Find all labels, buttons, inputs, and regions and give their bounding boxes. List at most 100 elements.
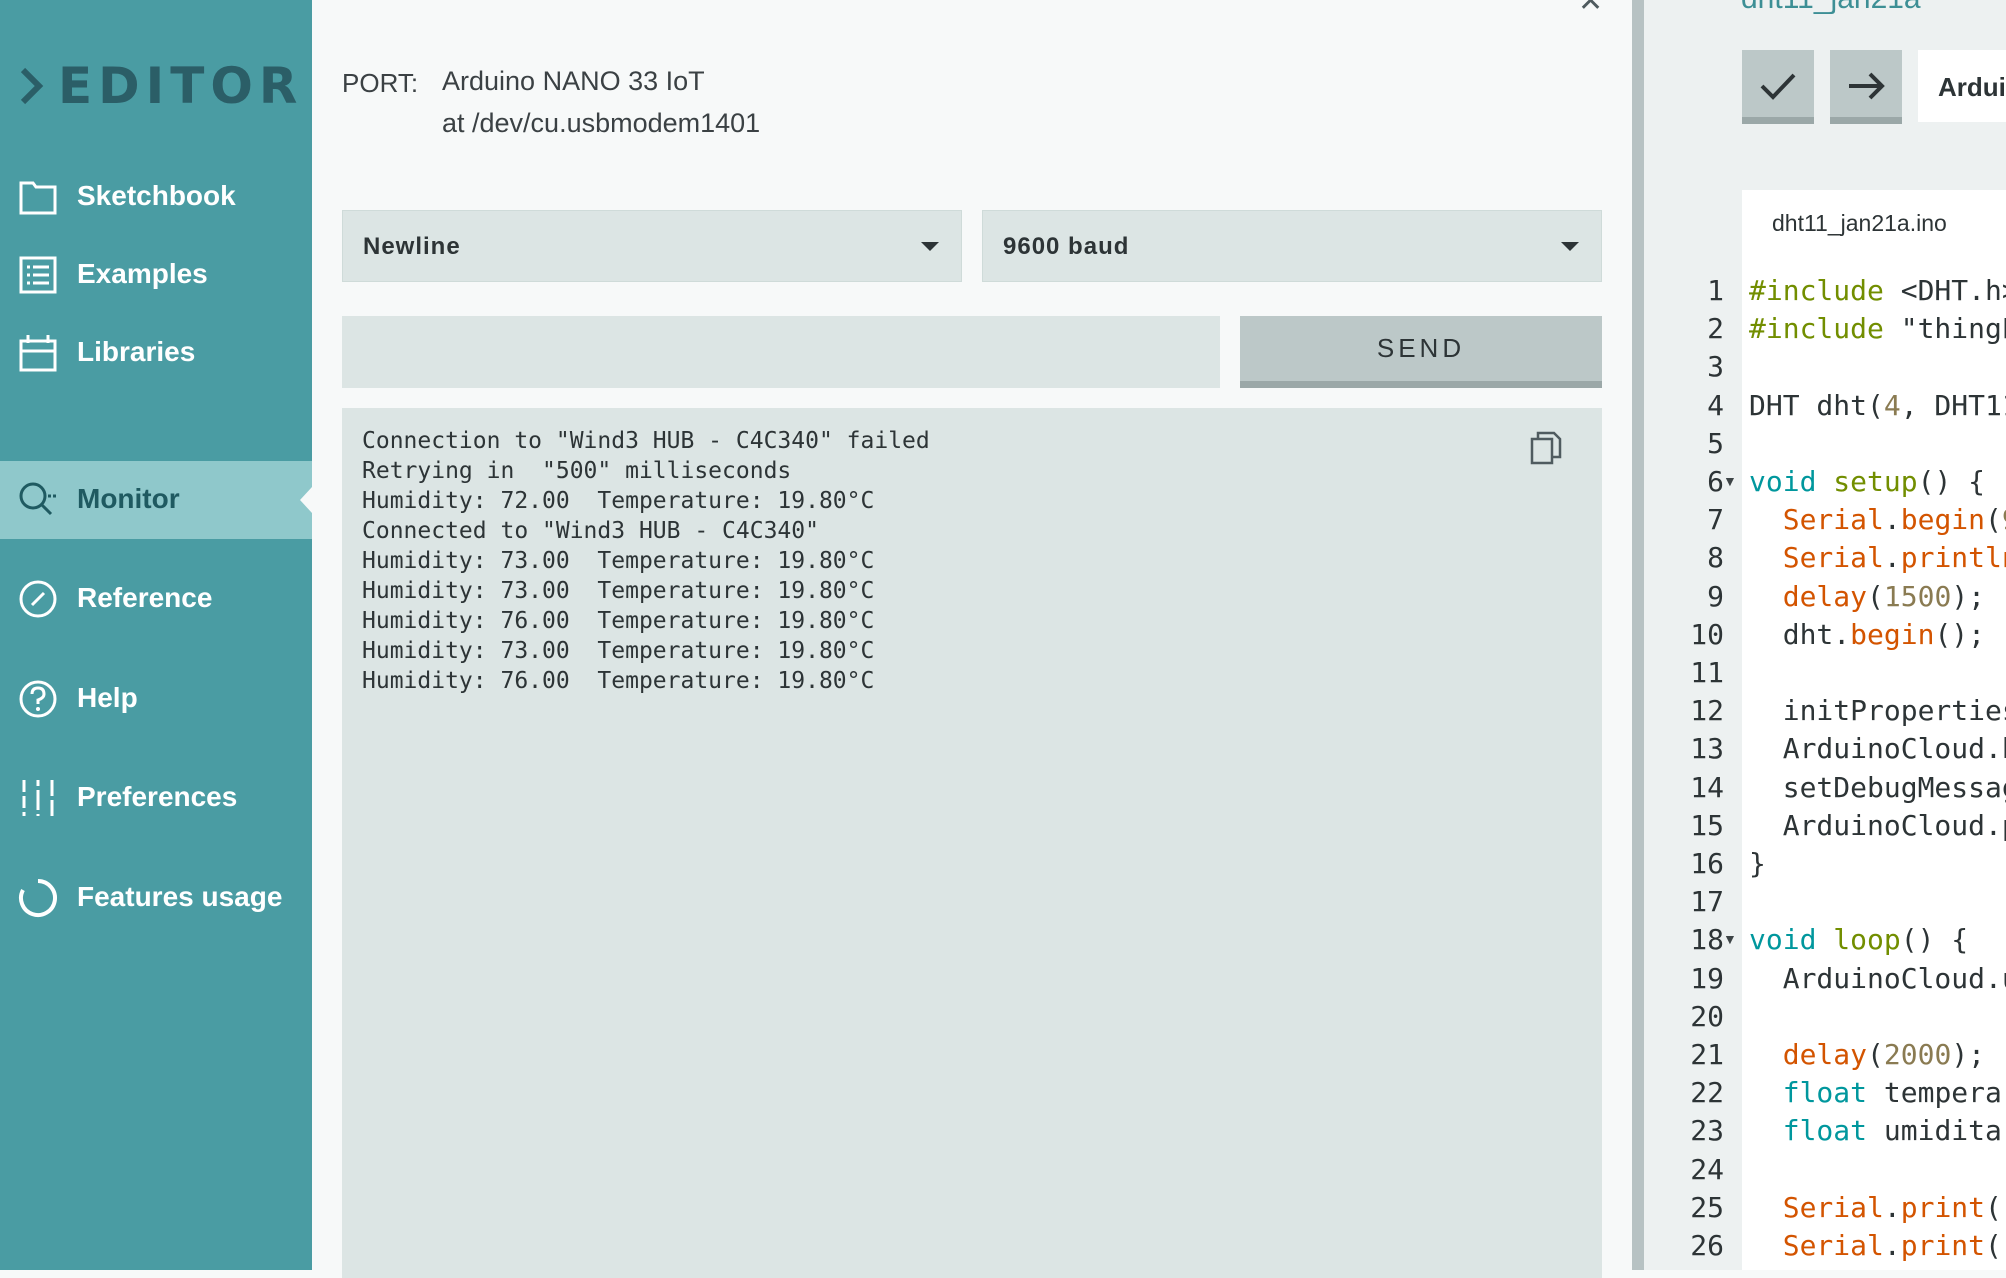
upload-button[interactable] <box>1830 50 1902 124</box>
code-line: Serial.print( <box>1782 1190 2002 1224</box>
line-ending-value: Newline <box>363 233 461 260</box>
copy-icon[interactable] <box>1528 430 1564 466</box>
line-number: 4 <box>1707 388 1724 422</box>
library-icon <box>19 335 57 372</box>
sidebar-item-label: Examples <box>77 258 208 289</box>
line-number: 18 <box>1690 923 1724 957</box>
line-number: 23 <box>1690 1114 1724 1148</box>
send-button[interactable]: SEND <box>1240 316 1602 388</box>
line-number: 19 <box>1690 961 1724 995</box>
code-line: void loop() { <box>1749 923 1969 957</box>
sketch-title[interactable]: dht11_jan21a <box>1741 0 1921 16</box>
line-number: 20 <box>1690 999 1724 1033</box>
monitor-panel: ✕ PORT: Arduino NANO 33 IoT at /dev/cu.u… <box>312 0 1632 1278</box>
line-number: 9 <box>1707 579 1724 613</box>
code-line: Serial.println <box>1782 541 2006 575</box>
code-line: delay(2000); <box>1782 1038 1986 1071</box>
port-name: Arduino NANO 33 IoT <box>442 66 705 96</box>
line-number: 7 <box>1707 503 1724 537</box>
sidebar-item-help[interactable]: Help <box>0 660 312 738</box>
verify-button[interactable] <box>1742 50 1814 124</box>
output-line: Connection to "Wind3 HUB - C4C340" faile… <box>362 428 930 454</box>
sidebar-item-sketchbook[interactable]: Sketchbook <box>0 158 312 236</box>
folder-icon <box>19 181 57 215</box>
fold-toggle-icon[interactable]: ▼ <box>1723 473 1737 489</box>
sidebar-item-label: Preferences <box>77 781 238 812</box>
file-tab-label: dht11_jan21a.ino <box>1772 210 1947 236</box>
baud-rate-select[interactable]: 9600 baud <box>982 210 1602 282</box>
serial-output: Connection to "Wind3 HUB - C4C340" faile… <box>342 408 1602 1278</box>
line-number: 22 <box>1690 1076 1724 1110</box>
sidebar: EDITOR Sketchbook Examples Libraries Mon… <box>0 0 312 1270</box>
sidebar-item-label: Reference <box>77 582 213 613</box>
output-line: Humidity: 72.00 Temperature: 19.80°C <box>362 488 875 514</box>
caret-down-icon <box>921 242 939 251</box>
output-line: Humidity: 76.00 Temperature: 19.80°C <box>362 668 875 694</box>
line-number: 12 <box>1690 694 1724 728</box>
port-path: at /dev/cu.usbmodem1401 <box>442 108 761 138</box>
compass-icon <box>19 580 57 618</box>
board-selector[interactable]: Arduino <box>1918 50 2006 122</box>
sidebar-item-label: Monitor <box>77 483 180 514</box>
sidebar-item-monitor[interactable]: Monitor <box>0 461 312 539</box>
sidebar-item-label: Sketchbook <box>77 180 236 211</box>
tab-file[interactable]: dht11_jan21a.ino <box>1742 190 2006 256</box>
sidebar-item-features-usage[interactable]: Features usage <box>0 859 312 937</box>
code-line: } <box>1749 847 1766 880</box>
port-label: PORT: <box>342 68 419 98</box>
line-gutter: 1 2 3 4 5 6 ▼ 7 8 9 10 11 12 13 14 15 16 17 18 ▼ 19 20 21 22 23 2… <box>1644 256 1742 1270</box>
code-line: ArduinoCloud.u <box>1749 961 2006 995</box>
sidebar-item-libraries[interactable]: Libraries <box>0 314 312 392</box>
output-line: Connected to "Wind3 HUB - C4C340" <box>362 518 819 544</box>
close-icon[interactable]: ✕ <box>1578 0 1603 19</box>
message-input[interactable] <box>342 316 1220 388</box>
line-number: 11 <box>1690 656 1724 689</box>
code-line: ArduinoCloud.b <box>1749 732 2006 766</box>
sidebar-item-label: Libraries <box>77 336 196 367</box>
output-line: Humidity: 73.00 Temperature: 19.80°C <box>362 638 875 664</box>
sidebar-item-examples[interactable]: Examples <box>0 236 312 314</box>
sidebar-item-reference[interactable]: Reference <box>0 560 312 638</box>
output-line: Humidity: 73.00 Temperature: 19.80°C <box>362 548 875 574</box>
code-line: float tempera <box>1782 1076 2002 1110</box>
line-number: 16 <box>1690 847 1724 880</box>
line-number: 15 <box>1690 808 1724 842</box>
checkmark-icon <box>1760 73 1796 100</box>
line-number: 3 <box>1707 350 1724 384</box>
panel-divider[interactable] <box>1632 0 1644 1270</box>
line-number: 24 <box>1690 1152 1724 1186</box>
code-editor[interactable]: 1 2 3 4 5 6 ▼ 7 8 9 10 11 12 13 14 15 16 17 18 ▼ 19 20 21 22 23 2… <box>1644 256 2006 1270</box>
code-line: ArduinoCloud.p <box>1749 808 2006 842</box>
list-icon <box>19 256 57 294</box>
board-label: Arduino <box>1938 72 2006 102</box>
caret-down-icon <box>1561 242 1579 251</box>
code-line: initProperties <box>1749 694 2006 728</box>
sidebar-item-preferences[interactable]: Preferences <box>0 759 312 837</box>
code-line: void setup() { <box>1749 465 1986 498</box>
monitor-search-icon <box>19 482 56 516</box>
editor-logo: EDITOR <box>18 56 303 116</box>
output-line: Humidity: 76.00 Temperature: 19.80°C <box>362 608 875 634</box>
line-number: 2 <box>1707 312 1724 346</box>
sidebar-item-label: Features usage <box>77 881 283 912</box>
line-ending-select[interactable]: Newline <box>342 210 962 282</box>
output-line: Humidity: 73.00 Temperature: 19.80°C <box>362 578 875 604</box>
line-number: 6 <box>1707 465 1724 498</box>
code-line: #include "thingP <box>1749 312 2006 346</box>
editor-panel: dht11_jan21a Arduino dht11_jan21a.ino 12… <box>1644 0 2006 1270</box>
code-line: DHT dht(4, DHT11 <box>1749 388 2006 422</box>
line-number: 17 <box>1690 885 1724 919</box>
line-number: 13 <box>1690 732 1724 766</box>
line-number: 1 <box>1707 274 1724 307</box>
code-line: Serial.begin(9 <box>1782 503 2006 537</box>
line-number: 8 <box>1707 541 1724 575</box>
chevron-right-icon <box>20 67 44 105</box>
line-number: 5 <box>1707 426 1724 460</box>
line-number: 10 <box>1690 617 1724 651</box>
fold-toggle-icon[interactable]: ▼ <box>1723 931 1737 947</box>
code-line: setDebugMessag <box>1749 770 2006 804</box>
sliders-icon <box>22 780 54 816</box>
line-number: 25 <box>1690 1190 1724 1224</box>
sidebar-item-label: Help <box>77 682 138 713</box>
line-number: 14 <box>1690 770 1724 804</box>
